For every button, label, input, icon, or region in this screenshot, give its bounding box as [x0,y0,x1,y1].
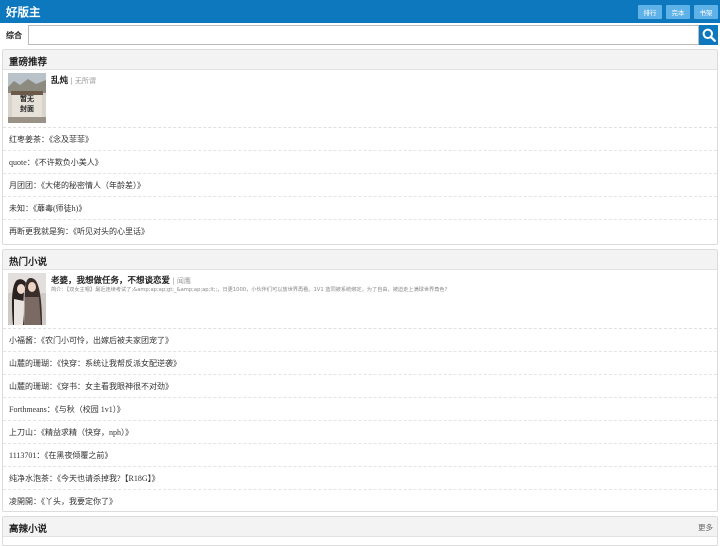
featured-author-name: 无所谓 [74,77,96,85]
section-hot: 热门小说 老婆，我想做任务，不想谈恋爱 | 闻鹰 简介：【双女主嗯】最近连续考试… [2,249,718,512]
more-link[interactable]: 更多 [698,522,713,533]
completed-button[interactable]: 完本 [666,5,690,19]
list-item[interactable]: 纯净水泡茶：《今天也请杀掉我?【R18G】》 [3,467,717,490]
section-title: 高辣小说 [9,524,48,535]
search-bar: 综合 [0,25,720,47]
list-item[interactable]: 山麓的珊瑚：《快穿：系统让我帮反派女配逆袭》 [3,352,717,375]
search-category-select[interactable]: 综合 [2,25,26,45]
list-item[interactable]: 未知：《蘼毒(师徒h)》 [3,197,717,220]
section-title: 热门小说 [9,257,48,268]
cover-text-2: 封面 [20,104,34,113]
cover-text-1: 暂无 [20,94,34,103]
list-item[interactable]: 小福酱：《农门小可怜，出嫁后被夫家团宠了》 [3,329,717,352]
featured-title[interactable]: 老婆，我想做任务，不想谈恋爱 | 闻鹰 [51,274,191,286]
search-button[interactable] [699,25,718,45]
list-item[interactable]: 山麓的珊瑚：《穿书：女主看我眼神很不对劲》 [3,375,717,398]
featured-title-text: 老婆，我想做任务，不想谈恋爱 [51,276,171,286]
featured-title[interactable]: 乱炖 | 无所谓 [51,74,96,86]
search-icon [702,28,716,42]
featured-author: | 无所谓 [68,77,96,85]
book-cover[interactable]: 暂无 封面 [8,73,46,123]
featured-book[interactable]: 老婆，我想做任务，不想谈恋爱 | 闻鹰 简介：【双女主嗯】最近连续考试了;&am… [3,270,717,329]
top-bar: 好版主 排行 完本 书架 [0,0,720,23]
list-item[interactable]: Forthmeans：《与秋（校园 1v1）》 [3,398,717,421]
ranking-button[interactable]: 排行 [638,5,662,19]
featured-description: 简介：【双女主嗯】最近连续考试了;&amp;ap;ap;gt;_&amp;ap;… [51,287,448,293]
section-header: 热门小说 [3,250,717,270]
list-item[interactable]: 1113701：《在黑夜倾覆之前》 [3,444,717,467]
list-item[interactable]: 上刀山：《精益求精（快穿，nph）》 [3,421,717,444]
bookshelf-button[interactable]: 书架 [694,5,718,19]
list-item[interactable]: 红枣姜茶：《念及菲菲》 [3,128,717,151]
section-header: 重磅推荐 [3,50,717,70]
featured-author: | 闻鹰 [170,277,191,285]
list-item[interactable]: 凌開開：《丫头，我要定你了》 [3,490,717,513]
section-spicy: 高辣小说 更多 [2,516,718,546]
list-item[interactable]: 月团团：《大佬的秘密情人（年龄差）》 [3,174,717,197]
list-item[interactable]: 再断更我就是狗：《听见对头的心里话》 [3,220,717,243]
section-header: 高辣小说 更多 [3,517,717,537]
top-nav: 排行 完本 书架 [638,5,718,19]
search-input[interactable] [28,25,699,45]
featured-book[interactable]: 暂无 封面 乱炖 | 无所谓 [3,70,717,128]
site-logo[interactable]: 好版主 [6,4,41,20]
section-recommended: 重磅推荐 暂无 封面 乱炖 | 无所谓 红枣姜茶：《念及菲菲》 quote：《不… [2,49,718,245]
section-title: 重磅推荐 [9,57,48,68]
featured-title-text: 乱炖 [51,76,69,86]
list-item[interactable]: quote：《不许欺负小美人》 [3,151,717,174]
book-cover[interactable] [8,273,46,325]
featured-author-name: 闻鹰 [176,277,191,285]
